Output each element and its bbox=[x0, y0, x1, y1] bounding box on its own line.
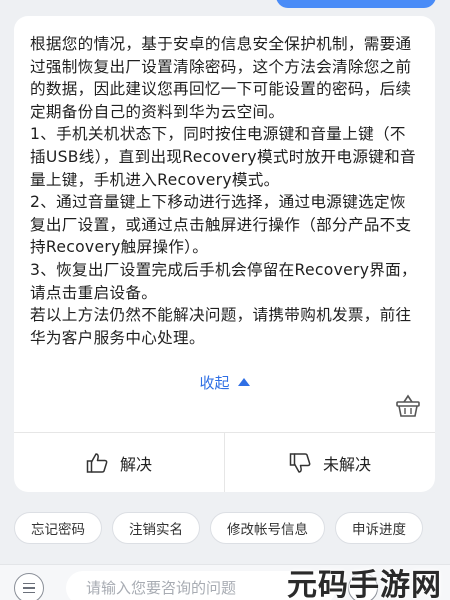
chip-forgot-password[interactable]: 忘记密码 bbox=[14, 512, 102, 544]
chip-cancel-real-name[interactable]: 注销实名 bbox=[112, 512, 200, 544]
chat-screen: 根据您的情况，基于安卓的信息安全保护机制，需要通过强制恢复出厂设置清除密码，这个… bbox=[0, 0, 450, 600]
collapse-label: 收起 bbox=[199, 373, 230, 392]
basket-icon[interactable] bbox=[395, 394, 421, 418]
thumbs-up-icon bbox=[86, 452, 108, 473]
feedback-bar: 解决 未解决 bbox=[14, 432, 435, 492]
answer-step-2: 2、通过音量键上下移动进行选择，通过电源键选定恢复出厂设置，或通过点击触屏进行操… bbox=[30, 193, 412, 257]
collapse-button[interactable]: 收起 bbox=[14, 370, 435, 394]
chip-appeal-progress[interactable]: 申诉进度 bbox=[335, 512, 423, 544]
answer-step-3: 3、恢复出厂设置完成后手机会停留在Recovery界面，请点击重启设备。 bbox=[30, 260, 417, 302]
thumbs-down-icon bbox=[289, 452, 311, 473]
answer-closing: 若以上方法仍然不能解决问题，请携带购机发票，前往华为客户服务中心处理。 bbox=[30, 306, 412, 347]
answer-text: 根据您的情况，基于安卓的信息安全保护机制，需要通过强制恢复出厂设置清除密码，这个… bbox=[14, 16, 435, 349]
answer-card: 根据您的情况，基于安卓的信息安全保护机制，需要通过强制恢复出厂设置清除密码，这个… bbox=[14, 16, 435, 492]
suggestion-chips: 忘记密码 注销实名 修改帐号信息 申诉进度 bbox=[14, 512, 423, 544]
unsolved-button[interactable]: 未解决 bbox=[224, 433, 435, 492]
previous-message-bubble bbox=[276, 0, 436, 8]
chevron-up-icon bbox=[237, 378, 250, 386]
chip-edit-account-info[interactable]: 修改帐号信息 bbox=[210, 512, 325, 544]
menu-icon[interactable] bbox=[14, 573, 44, 600]
solved-label: 解决 bbox=[119, 454, 152, 474]
solved-button[interactable]: 解决 bbox=[14, 433, 224, 492]
unsolved-label: 未解决 bbox=[322, 454, 371, 474]
watermark: 元码手游网 bbox=[287, 568, 442, 600]
answer-step-1: 1、手机关机状态下，同时按住电源键和音量上键（不插USB线），直到出现Recov… bbox=[30, 125, 416, 189]
answer-paragraph: 根据您的情况，基于安卓的信息安全保护机制，需要通过强制恢复出厂设置清除密码，这个… bbox=[30, 35, 412, 121]
